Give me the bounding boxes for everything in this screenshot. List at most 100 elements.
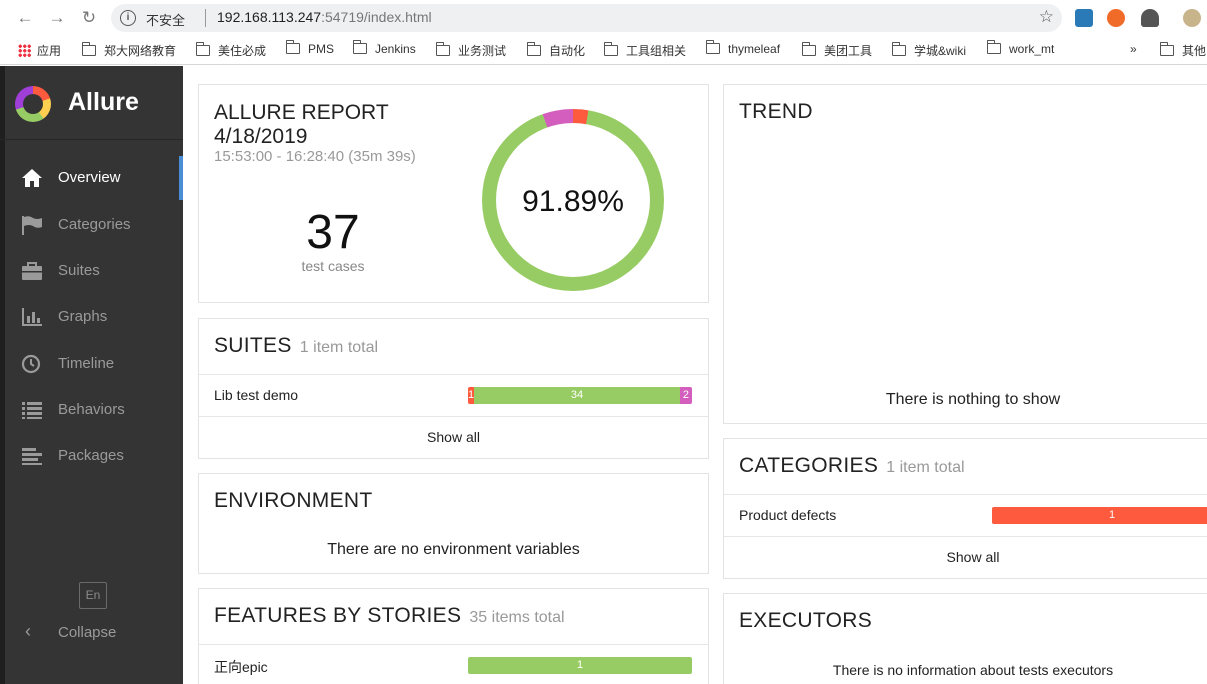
brand-name: Allure	[68, 88, 139, 116]
folder-icon	[195, 42, 210, 56]
folder-icon	[705, 40, 720, 54]
success-rate: 91.89%	[522, 185, 624, 218]
sidebar-item-label: Packages	[58, 447, 124, 464]
empty-message: There are no environment variables	[327, 541, 580, 558]
divider	[724, 536, 1207, 537]
passed-segment: 34	[474, 387, 680, 404]
url-path: :54719/index.html	[321, 9, 432, 25]
broken-segment: 2	[679, 387, 692, 404]
bookmark-item[interactable]: thymeleaf	[705, 40, 780, 56]
bookmark-item[interactable]: 自动化	[526, 42, 585, 59]
features-widget: FEATURES BY STORIES 35 items total 正向epi…	[198, 588, 709, 684]
failed-segment: 1	[992, 507, 1207, 524]
collapse-label: Collapse	[58, 624, 117, 641]
item-count: 35 items total	[469, 609, 565, 626]
bookmark-item[interactable]: 郑大网络教育	[81, 42, 176, 59]
collapse-button[interactable]: ‹ Collapse	[5, 619, 183, 649]
bookmark-item[interactable]: 其他	[1159, 42, 1206, 59]
folder-icon	[891, 42, 906, 56]
more-bookmarks-button[interactable]: »	[1130, 42, 1137, 56]
flag-icon	[22, 216, 42, 235]
sidebar-item-categories[interactable]: Categories	[5, 203, 183, 247]
report-time-range: 15:53:00 - 16:28:40 (35m 39s)	[214, 148, 416, 165]
sidebar-item-packages[interactable]: Packages	[5, 434, 183, 478]
address-bar[interactable]: i 不安全 192.168.113.247:54719/index.html ☆	[111, 4, 1062, 32]
folder-icon	[526, 42, 541, 56]
report-date: 4/18/2019	[214, 125, 308, 148]
donut-center: 91.89%	[496, 123, 650, 277]
folder-icon	[435, 42, 450, 56]
back-icon[interactable]: ←	[13, 6, 37, 30]
show-all-button[interactable]: Show all	[724, 549, 1207, 565]
sidebar-item-graphs[interactable]: Graphs	[5, 295, 183, 339]
widget-title: ENVIRONMENT	[214, 489, 373, 512]
folder-icon	[352, 40, 367, 54]
sidebar-item-label: Graphs	[58, 308, 108, 325]
divider	[199, 374, 708, 375]
suite-name: Lib test demo	[214, 387, 299, 403]
bookmarks-bar: 应用 郑大网络教育 美住必成 PMS Jenkins 业务测试 自动化 工具组相…	[0, 36, 1207, 65]
extension-icon[interactable]	[1075, 9, 1093, 27]
bookmark-item[interactable]: 美住必成	[195, 42, 266, 59]
categories-widget: CATEGORIES 1 item total Product defects …	[723, 438, 1207, 579]
divider	[199, 644, 708, 645]
sidebar-item-label: Overview	[58, 169, 121, 186]
bookmark-item[interactable]: 工具组相关	[603, 42, 686, 59]
success-rate-donut[interactable]: 91.89%	[482, 109, 664, 291]
language-button[interactable]: En	[79, 582, 107, 609]
clock-icon	[21, 354, 41, 374]
test-case-count: 37	[306, 206, 360, 259]
widget-title: FEATURES BY STORIES 35 items total	[214, 604, 565, 627]
sidebar-item-behaviors[interactable]: Behaviors	[5, 388, 183, 432]
sidebar-item-suites[interactable]: Suites	[5, 249, 183, 293]
sidebar-item-timeline[interactable]: Timeline	[5, 342, 183, 386]
align-left-icon	[22, 448, 42, 465]
widget-title: CATEGORIES 1 item total	[739, 454, 965, 477]
list-icon	[22, 402, 42, 419]
folder-icon	[986, 40, 1001, 54]
widget-title: SUITES 1 item total	[214, 334, 379, 357]
separator	[205, 9, 206, 27]
url-text[interactable]: 192.168.113.247:54719/index.html	[217, 9, 432, 25]
item-count: 1 item total	[299, 339, 379, 356]
folder-icon	[801, 42, 816, 56]
extension-icon[interactable]	[1141, 9, 1159, 27]
allure-logo-icon	[15, 86, 51, 122]
suites-widget: SUITES 1 item total Lib test demo 1 34 2…	[198, 318, 709, 459]
forward-icon[interactable]: →	[45, 6, 69, 30]
report-title-line: ALLURE REPORT	[214, 101, 389, 124]
bookmark-item[interactable]: Jenkins	[352, 40, 416, 56]
empty-message: There is nothing to show	[885, 391, 1061, 408]
bookmark-item[interactable]: work_mt	[986, 40, 1054, 56]
test-case-label: test cases	[301, 258, 365, 274]
profile-avatar[interactable]	[1183, 9, 1201, 27]
summary-widget: ALLURE REPORT 4/18/2019 15:53:00 - 16:28…	[198, 84, 709, 303]
feature-name: 正向epic	[214, 659, 268, 675]
category-name: Product defects	[739, 507, 837, 523]
bookmark-item[interactable]: 学城&wiki	[891, 42, 966, 59]
widget-title: EXECUTORS	[739, 609, 873, 632]
home-icon	[22, 169, 42, 187]
status-bar: 1	[468, 657, 692, 674]
sidebar-item-label: Suites	[58, 262, 100, 279]
executors-widget: EXECUTORS There is no information about …	[723, 593, 1207, 684]
bookmark-item[interactable]: 业务测试	[435, 42, 506, 59]
reload-icon[interactable]: ↻	[77, 6, 101, 30]
bookmark-item[interactable]: PMS	[285, 40, 334, 56]
show-all-button[interactable]: Show all	[199, 429, 708, 445]
item-count: 1 item total	[886, 459, 965, 476]
extension-icon[interactable]	[1107, 9, 1125, 27]
folder-icon	[603, 42, 618, 56]
sidebar-item-overview[interactable]: Overview	[5, 156, 183, 200]
folder-icon	[1159, 42, 1174, 56]
status-bar: 1	[992, 507, 1207, 524]
bookmark-item[interactable]: 美团工具	[801, 42, 872, 59]
info-icon[interactable]: i	[120, 10, 136, 26]
divider	[199, 416, 708, 417]
environment-widget: ENVIRONMENT There are no environment var…	[198, 473, 709, 574]
insecure-label: 不安全	[146, 13, 186, 28]
bookmark-star-icon[interactable]: ☆	[1039, 7, 1054, 27]
bookmark-apps[interactable]: 应用	[18, 42, 61, 59]
divider	[724, 494, 1207, 495]
sidebar-item-label: Categories	[58, 216, 131, 233]
